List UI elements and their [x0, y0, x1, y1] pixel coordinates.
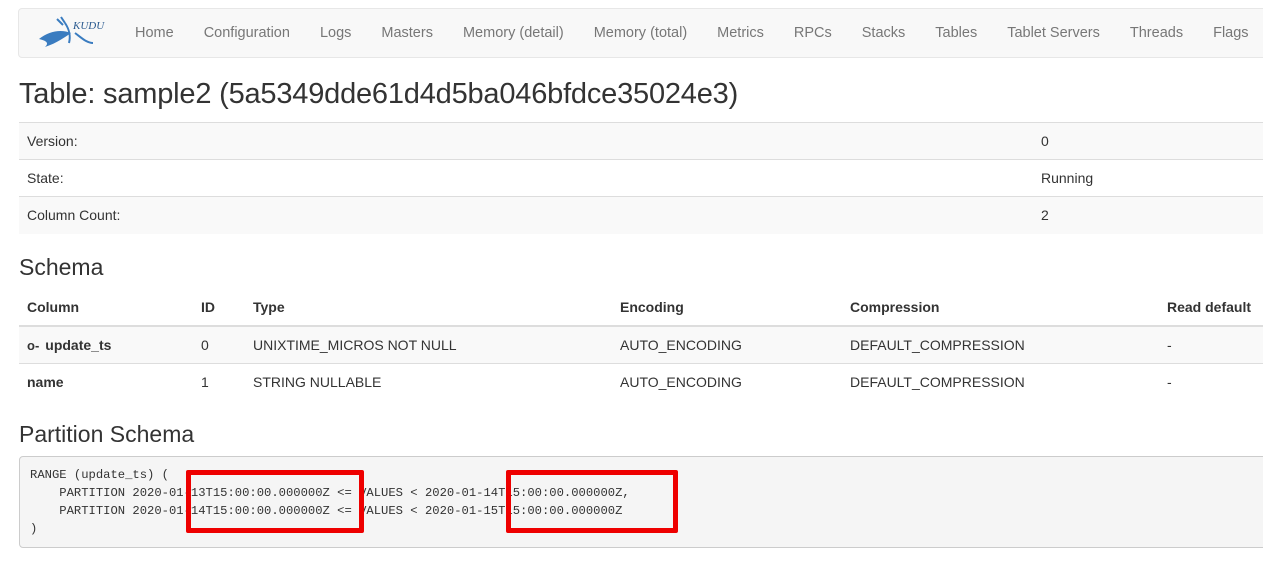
schema-heading: Schema — [19, 254, 104, 280]
column-header-type: Type — [245, 288, 612, 327]
schema-table: Column ID Type Encoding Compression Read… — [19, 288, 1263, 400]
table-row: o-update_ts 0 UNIXTIME_MICROS NOT NULL A… — [19, 325, 1263, 363]
nav-logs[interactable]: Logs — [305, 8, 366, 58]
top-navbar: KUDU Home Configuration Logs Masters Mem… — [18, 8, 1263, 58]
table-row: name 1 STRING NULLABLE AUTO_ENCODING DEF… — [19, 362, 1263, 400]
schema-cell-read-default: - — [1159, 325, 1263, 363]
nav-menu: Home Configuration Logs Masters Memory (… — [125, 8, 1263, 58]
nav-memory-detail[interactable]: Memory (detail) — [448, 8, 579, 58]
column-header-id: ID — [193, 288, 245, 327]
schema-cell-type: UNIXTIME_MICROS NOT NULL — [245, 325, 612, 363]
nav-flags[interactable]: Flags — [1198, 8, 1263, 58]
info-value: 0 — [1041, 133, 1049, 149]
nav-metrics[interactable]: Metrics — [702, 8, 779, 58]
column-header-column: Column — [19, 288, 193, 327]
schema-cell-compression: DEFAULT_COMPRESSION — [842, 362, 1159, 400]
schema-cell-encoding: AUTO_ENCODING — [612, 362, 842, 400]
table-row: Column Count: 2 — [19, 196, 1263, 234]
schema-cell-type: STRING NULLABLE — [245, 362, 612, 400]
highlight-box-right — [506, 470, 678, 533]
nav-tables[interactable]: Tables — [920, 8, 992, 58]
nav-memory-total[interactable]: Memory (total) — [579, 8, 702, 58]
nav-configuration[interactable]: Configuration — [189, 8, 305, 58]
column-header-compression: Compression — [842, 288, 1159, 327]
schema-cell-encoding: AUTO_ENCODING — [612, 325, 842, 363]
page-title: Table: sample2 (5a5349dde61d4d5ba046bfdc… — [19, 78, 739, 110]
table-row: State: Running — [19, 159, 1263, 197]
column-header-read-default: Read default — [1159, 288, 1263, 327]
key-icon: o- — [27, 337, 40, 353]
column-header-encoding: Encoding — [612, 288, 842, 327]
highlight-box-left — [186, 470, 364, 533]
logo-text: KUDU — [72, 20, 105, 32]
schema-cell-read-default: - — [1159, 362, 1263, 400]
info-value: 2 — [1041, 207, 1049, 224]
table-info: Version: 0 State: Running Column Count: … — [19, 122, 1263, 234]
table-row: Version: 0 — [19, 122, 1263, 160]
partition-schema-heading: Partition Schema — [19, 421, 195, 447]
schema-cell-column: o-update_ts — [19, 325, 193, 363]
nav-tablet-servers[interactable]: Tablet Servers — [992, 8, 1115, 58]
schema-cell-id: 0 — [193, 325, 245, 363]
schema-cell-id: 1 — [193, 362, 245, 400]
nav-masters[interactable]: Masters — [366, 8, 448, 58]
info-label: Column Count: — [27, 207, 121, 224]
schema-cell-compression: DEFAULT_COMPRESSION — [842, 325, 1159, 363]
info-label: State: — [27, 170, 64, 186]
nav-threads[interactable]: Threads — [1115, 8, 1198, 58]
kudu-logo[interactable]: KUDU — [35, 13, 115, 53]
schema-cell-column: name — [19, 362, 193, 400]
nav-home[interactable]: Home — [125, 8, 189, 58]
info-label: Version: — [27, 133, 78, 149]
nav-rpcs[interactable]: RPCs — [779, 8, 847, 58]
nav-stacks[interactable]: Stacks — [847, 8, 921, 58]
info-value: Running — [1041, 170, 1094, 186]
